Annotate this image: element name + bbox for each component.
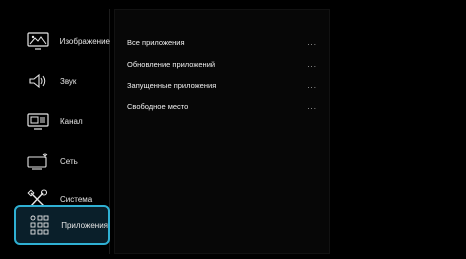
menu-item-running-apps[interactable]: Запущенные приложения ... — [127, 78, 317, 92]
more-icon: ... — [307, 37, 317, 47]
sidebar-item-label: Сеть — [60, 156, 78, 166]
menu-item-app-updates[interactable]: Обновление приложений ... — [127, 57, 317, 71]
channel-icon — [24, 109, 52, 133]
tv-settings-screen: Изображение Звук Канал Сеть Система Прил… — [0, 0, 466, 259]
menu-item-free-space[interactable]: Свободное место ... — [127, 99, 317, 113]
sidebar-item-image[interactable]: Изображение — [14, 23, 110, 59]
apps-grid-icon — [26, 213, 53, 237]
sidebar-item-apps[interactable]: Приложения — [14, 205, 110, 245]
more-icon: ... — [307, 59, 317, 69]
menu-item-label: Обновление приложений — [127, 59, 216, 69]
menu-item-label: Все приложения — [127, 37, 185, 47]
menu-item-label: Свободное место — [127, 101, 189, 111]
image-icon — [24, 29, 52, 53]
apps-submenu-panel: Все приложения ... Обновление приложений… — [114, 9, 330, 254]
sidebar-item-label: Звук — [60, 76, 77, 86]
more-icon: ... — [307, 101, 317, 111]
sidebar-item-label: Приложения — [61, 220, 108, 230]
speaker-icon — [24, 69, 52, 93]
sidebar-item-label: Система — [60, 194, 93, 204]
sidebar-item-network[interactable]: Сеть — [14, 143, 110, 179]
sidebar-item-label: Канал — [60, 116, 83, 126]
menu-item-all-apps[interactable]: Все приложения ... — [127, 35, 317, 49]
more-icon: ... — [307, 80, 317, 90]
sidebar-item-sound[interactable]: Звук — [14, 63, 110, 99]
sidebar-item-label: Изображение — [59, 36, 110, 46]
menu-item-label: Запущенные приложения — [127, 80, 217, 90]
network-icon — [24, 149, 52, 173]
sidebar-item-channel[interactable]: Канал — [14, 103, 110, 139]
settings-sidebar: Изображение Звук Канал Сеть Система Прил… — [10, 9, 110, 254]
